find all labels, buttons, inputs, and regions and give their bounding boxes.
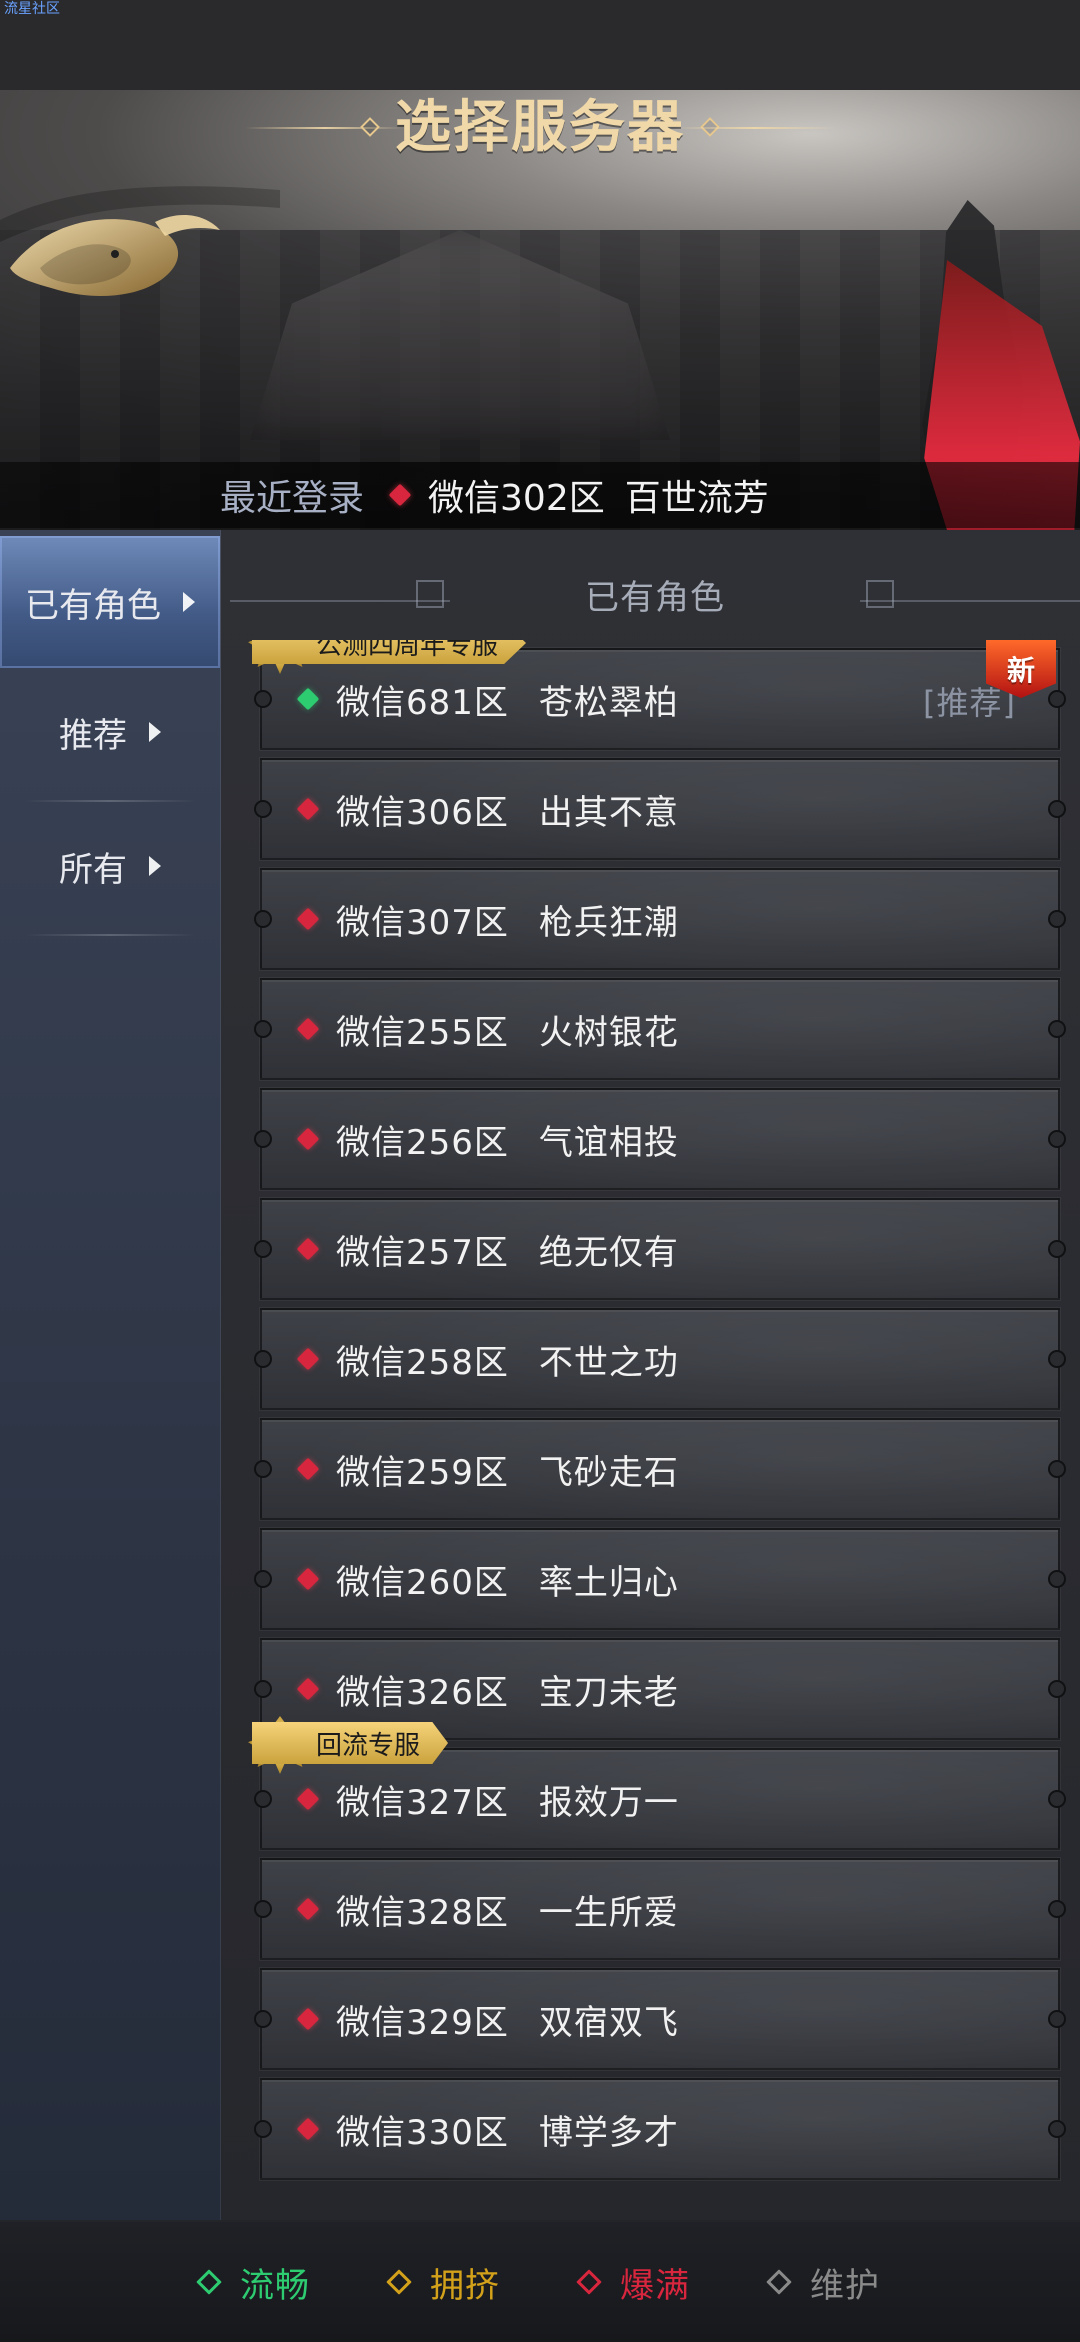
legend-diamond-icon [576, 2269, 602, 2295]
sidebar-item-label: 推荐 [59, 715, 127, 756]
legend-item-smooth: 流畅 [196, 2258, 310, 2307]
server-name: 率土归心 [538, 1562, 679, 1603]
server-row[interactable]: 微信255区 火树银花 [254, 978, 1066, 1080]
server-row[interactable]: 微信258区 不世之功 [254, 1308, 1066, 1410]
server-status-icon [296, 1677, 320, 1701]
legend-label: 维护 [810, 2265, 880, 2306]
legend-item-maintenance: 维护 [766, 2258, 880, 2307]
server-status-icon [296, 907, 320, 931]
recent-login-zone: 微信302区 [428, 478, 605, 519]
server-row-681[interactable]: 公测四周年专服 微信681区 苍松翠柏 [推荐] 新 [248, 640, 1066, 750]
legend-item-crowded: 拥挤 [386, 2258, 500, 2307]
server-tag: 公测四周年专服 [252, 640, 527, 664]
server-list-header: 已有角色 [230, 570, 1080, 620]
server-row[interactable]: 微信257区 绝无仅有 [254, 1198, 1066, 1300]
server-status-icon [296, 2007, 320, 2031]
server-name: 气谊相投 [538, 1122, 679, 1163]
legend-item-full: 爆满 [576, 2258, 690, 2307]
server-row[interactable]: 微信259区 飞砂走石 [254, 1418, 1066, 1520]
server-status-icon [296, 1787, 320, 1811]
sidebar-item-owned-roles[interactable]: 已有角色 [0, 536, 220, 668]
server-zone: 微信326区 [336, 1672, 509, 1713]
server-list-title: 已有角色 [585, 578, 725, 618]
server-status-icon [296, 797, 320, 821]
server-name: 一生所爱 [538, 1892, 679, 1933]
server-row[interactable]: 微信260区 率土归心 [254, 1528, 1066, 1630]
server-name: 苍松翠柏 [538, 682, 679, 723]
server-status-icon [296, 1897, 320, 1921]
server-status-icon [296, 1457, 320, 1481]
server-status-icon [296, 687, 320, 711]
chevron-right-icon [149, 856, 161, 876]
category-sidebar: 已有角色 推荐 所有 [0, 530, 221, 2220]
server-selection-main: 已有角色 推荐 所有 已有角色 公测四周年专服 微信681区 苍松翠柏 [推荐]… [0, 530, 1080, 2220]
server-row-327[interactable]: 回流专服 微信327区 报效万一 [248, 1716, 1066, 1850]
sidebar-item-recommended[interactable]: 推荐 [0, 666, 220, 798]
server-status-legend: 流畅 拥挤 爆满 维护 [0, 2220, 1080, 2342]
server-zone: 微信256区 [336, 1122, 509, 1163]
recent-login-bar[interactable]: 最近登录 微信302区 百世流芳 [0, 462, 1080, 528]
server-zone: 微信307区 [336, 902, 509, 943]
sidebar-separator [25, 934, 195, 936]
server-zone: 微信260区 [336, 1562, 509, 1603]
recent-login-status-icon [388, 483, 412, 507]
chevron-right-icon [149, 722, 161, 742]
legend-diamond-icon [196, 2269, 222, 2295]
server-tag: 回流专服 [252, 1722, 449, 1764]
server-zone: 微信255区 [336, 1012, 509, 1053]
server-list-panel: 已有角色 公测四周年专服 微信681区 苍松翠柏 [推荐] 新 微信306区 出… [230, 530, 1080, 2220]
server-row[interactable]: 微信330区 博学多才 [254, 2078, 1066, 2180]
server-status-icon [296, 1567, 320, 1591]
server-row[interactable]: 微信256区 气谊相投 [254, 1088, 1066, 1190]
server-name: 宝刀未老 [538, 1672, 679, 1713]
server-zone: 微信330区 [336, 2112, 509, 2153]
sidebar-item-label: 已有角色 [25, 585, 161, 626]
server-name: 飞砂走石 [538, 1452, 679, 1493]
server-zone: 微信329区 [336, 2002, 509, 2043]
legend-label: 拥挤 [430, 2265, 500, 2306]
server-row[interactable]: 微信328区 一生所爱 [254, 1858, 1066, 1960]
server-zone: 微信306区 [336, 792, 509, 833]
server-status-icon [296, 1237, 320, 1261]
server-status-icon [296, 1017, 320, 1041]
server-name: 火树银花 [538, 1012, 679, 1053]
header-ornament-right-icon [866, 580, 894, 608]
server-zone: 微信681区 [336, 682, 509, 723]
server-zone: 微信328区 [336, 1892, 509, 1933]
server-list[interactable]: 公测四周年专服 微信681区 苍松翠柏 [推荐] 新 微信306区 出其不意 微… [230, 640, 1080, 2220]
server-name: 报效万一 [538, 1782, 679, 1823]
server-zone: 微信327区 [336, 1782, 509, 1823]
server-zone: 微信257区 [336, 1232, 509, 1273]
server-name: 双宿双飞 [538, 2002, 679, 2043]
recent-login-server-name: 百世流芳 [624, 478, 769, 519]
server-name: 绝无仅有 [538, 1232, 679, 1273]
legend-label: 流畅 [240, 2265, 310, 2306]
server-row[interactable]: 微信306区 出其不意 [254, 758, 1066, 860]
server-row[interactable]: 微信329区 双宿双飞 [254, 1968, 1066, 2070]
server-row[interactable]: 微信307区 枪兵狂潮 [254, 868, 1066, 970]
chevron-right-icon [183, 592, 195, 612]
server-name: 不世之功 [538, 1342, 679, 1383]
server-name: 出其不意 [538, 792, 679, 833]
legend-label: 爆满 [620, 2265, 690, 2306]
server-status-icon [296, 1347, 320, 1371]
overlay-text: 流星社区 [4, 1, 60, 17]
legend-diamond-icon [766, 2269, 792, 2295]
header-divider-right [860, 600, 1080, 602]
server-status-icon [296, 1127, 320, 1151]
server-zone: 微信258区 [336, 1342, 509, 1383]
legend-diamond-icon [386, 2269, 412, 2295]
server-name: 博学多才 [538, 2112, 679, 2153]
server-name: 枪兵狂潮 [538, 902, 679, 943]
server-zone: 微信259区 [336, 1452, 509, 1493]
sidebar-item-all[interactable]: 所有 [0, 800, 220, 932]
recent-login-label: 最近登录 [220, 478, 365, 519]
sidebar-item-label: 所有 [59, 849, 127, 890]
server-status-icon [296, 2117, 320, 2141]
